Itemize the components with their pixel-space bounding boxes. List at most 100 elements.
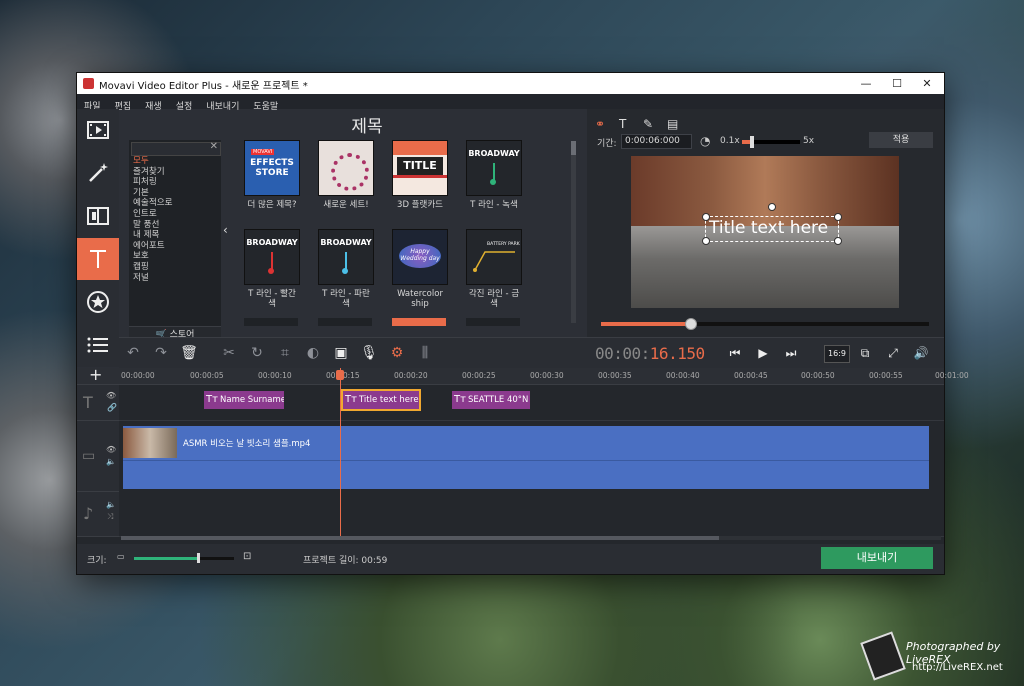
title-tile-partial[interactable] <box>466 318 520 326</box>
zoom-slider-handle[interactable] <box>197 553 200 563</box>
tile-accent <box>268 268 274 274</box>
scrollbar-thumb[interactable] <box>121 536 719 540</box>
clipboard-icon[interactable]: ▤ <box>667 117 685 133</box>
color-adjust-icon[interactable]: ◐ <box>303 344 323 362</box>
title-tile[interactable]: BROADWAY T 라인 - 녹색 <box>466 140 522 211</box>
video-preview[interactable]: Title text here <box>631 156 899 308</box>
color-picker-icon[interactable]: ✎ <box>643 117 661 133</box>
undo-icon[interactable]: ↶ <box>123 344 143 362</box>
category-item[interactable]: 캡핑 <box>133 262 219 273</box>
title-clip[interactable]: Tт Name Surname <box>204 391 284 409</box>
menu-settings[interactable]: 설정 <box>169 97 200 112</box>
category-item[interactable]: 저널 <box>133 273 219 284</box>
zoom-out-icon[interactable]: ▭ <box>117 552 125 561</box>
title-tile[interactable]: BROADWAY T 라인 - 빨간 색 <box>244 229 300 309</box>
close-button[interactable]: ✕ <box>913 73 941 94</box>
resize-handle[interactable] <box>834 237 842 245</box>
tile-label: T 라인 - 파란 색 <box>322 289 370 309</box>
transitions-tab[interactable] <box>77 195 119 237</box>
speaker-icon[interactable]: 🔈 <box>106 500 116 509</box>
speed-slider-handle[interactable] <box>750 136 754 148</box>
preview-title-text[interactable]: Title text here <box>709 218 828 238</box>
add-track-icon[interactable]: + <box>89 365 102 384</box>
timecode: 00:00:16.150 <box>595 344 705 363</box>
category-item[interactable]: 보호 <box>133 251 219 262</box>
menu-help[interactable]: 도움말 <box>246 97 285 112</box>
collapse-panel-icon[interactable]: ‹ <box>223 223 228 237</box>
star-badge-icon <box>87 291 109 313</box>
maximize-button[interactable]: ☐ <box>883 73 911 94</box>
ruler-tick: 00:00:20 <box>394 371 428 380</box>
category-item[interactable]: 즐겨찾기 <box>133 167 219 178</box>
title-tile[interactable]: TITLE 3D 플랫카드 <box>392 140 448 211</box>
title-tile-partial[interactable] <box>318 318 372 326</box>
title-tile[interactable]: MOVAVI EFFECTS STORE 더 많은 제목? <box>244 140 300 211</box>
crop-icon[interactable]: ⌗ <box>275 344 295 362</box>
title-clip-selected[interactable]: Tт Title text here <box>341 389 421 411</box>
timeline-scrollbar[interactable] <box>121 536 941 540</box>
video-clip[interactable]: ASMR 비오는 날 빗소리 샘플.mp4 <box>123 426 929 489</box>
playhead-line[interactable] <box>340 368 341 536</box>
fullscreen-icon[interactable]: ⤢ <box>882 344 904 362</box>
shuffle-icon[interactable]: ⤨ <box>107 512 113 522</box>
next-frame-icon[interactable]: ⏭ <box>780 344 802 362</box>
title-tile[interactable]: Happy Wedding day Watercolor ship <box>392 229 448 309</box>
aspect-ratio-button[interactable]: 16:9 <box>824 345 850 363</box>
resize-handle[interactable] <box>702 213 710 221</box>
image-icon[interactable]: ▣ <box>331 344 351 362</box>
delete-icon[interactable]: 🗑 <box>179 344 199 362</box>
category-item[interactable]: 예술적으로 <box>133 198 219 209</box>
popout-icon[interactable]: ⧉ <box>854 344 876 362</box>
microphone-icon[interactable]: 🎙 <box>359 344 379 362</box>
title-tile-partial[interactable] <box>392 318 446 326</box>
filters-tab[interactable] <box>77 152 119 194</box>
visibility-eye-icon[interactable]: 👁 <box>106 391 116 400</box>
title-tile-partial[interactable] <box>244 318 298 326</box>
import-tab[interactable] <box>77 109 119 151</box>
title-clip[interactable]: Tт SEATTLE 40°N <box>452 391 530 409</box>
menu-playback[interactable]: 재생 <box>138 97 169 112</box>
category-item[interactable]: 피처링 <box>133 177 219 188</box>
volume-icon[interactable]: 🔊 <box>910 344 932 362</box>
settings-gear-icon[interactable]: ⚙ <box>387 344 407 362</box>
clear-search-icon[interactable]: ✕ <box>210 141 218 152</box>
rotate-icon[interactable]: ↻ <box>247 344 267 362</box>
title-tile[interactable]: 새로운 세트! <box>318 140 374 211</box>
export-button[interactable]: 내보내기 <box>821 547 933 569</box>
category-item[interactable]: 내 제목 <box>133 230 219 241</box>
menu-export[interactable]: 내보내기 <box>199 97 246 112</box>
scrollbar-thumb[interactable] <box>571 141 576 155</box>
title-tile[interactable]: BATTERY PARK 각진 라인 - 금색 <box>466 229 522 309</box>
more-tools-tab[interactable] <box>77 324 119 366</box>
duration-field[interactable]: 0:00:06:000 <box>621 134 692 149</box>
playback-progress-handle[interactable] <box>684 318 697 330</box>
resize-handle[interactable] <box>702 237 710 245</box>
clip-properties-icon[interactable]: ⚭ <box>595 117 613 133</box>
visibility-eye-icon[interactable]: 👁 <box>106 445 116 454</box>
category-item[interactable]: 인트로 <box>133 209 219 220</box>
play-icon[interactable]: ▶ <box>752 344 774 362</box>
previous-frame-icon[interactable]: ⏮ <box>724 344 746 362</box>
time-ruler[interactable]: + 00:00:00 00:00:05 00:00:10 00:00:15 00… <box>77 365 969 385</box>
category-item[interactable]: 에어포트 <box>133 241 219 252</box>
equalizer-icon[interactable]: ⫼ <box>415 344 435 362</box>
search-input[interactable]: ✕ <box>131 141 221 156</box>
link-icon[interactable]: 🔗 <box>107 403 117 412</box>
rotate-handle[interactable] <box>768 203 776 211</box>
minimize-button[interactable]: — <box>852 73 880 94</box>
titles-tab[interactable] <box>77 238 119 280</box>
zoom-in-icon[interactable]: ⊡ <box>243 551 251 562</box>
category-item[interactable]: 기본 <box>133 188 219 199</box>
stickers-tab[interactable] <box>77 281 119 323</box>
cut-icon[interactable]: ✂ <box>219 344 239 362</box>
playhead-handle[interactable] <box>336 370 344 380</box>
text-format-icon[interactable]: T <box>619 117 637 133</box>
category-item[interactable]: 말 풍선 <box>133 220 219 231</box>
title-tile[interactable]: BROADWAY T 라인 - 파란 색 <box>318 229 374 309</box>
category-item[interactable]: 모두 <box>133 156 219 167</box>
apply-button[interactable]: 적용 <box>869 132 933 148</box>
gallery-scrollbar[interactable] <box>571 141 576 323</box>
speaker-icon[interactable]: 🔈 <box>106 457 116 466</box>
resize-handle[interactable] <box>834 213 842 221</box>
redo-icon[interactable]: ↷ <box>151 344 171 362</box>
